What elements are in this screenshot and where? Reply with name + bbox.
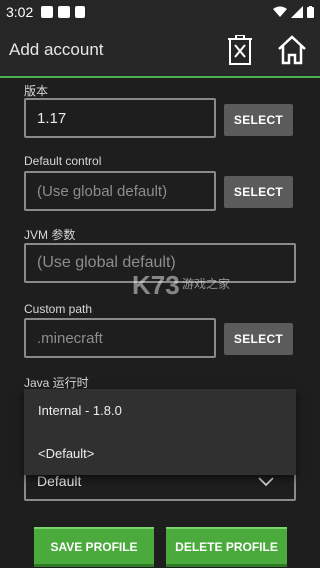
svg-text:K73: K73 (132, 270, 180, 300)
version-label: 版本 (24, 84, 49, 98)
delete-profile-button[interactable]: DELETE PROFILE (166, 527, 287, 567)
system-icons (273, 6, 314, 18)
default-control-field[interactable]: (Use global default) (24, 171, 216, 211)
version-field[interactable]: 1.17 (24, 98, 216, 138)
jvm-label: JVM 参数 (24, 228, 76, 242)
signal-icon (291, 6, 303, 18)
version-select-button[interactable]: SELECT (224, 104, 293, 136)
custom-path-label: Custom path (24, 302, 93, 316)
status-bar: 3:02 (0, 0, 320, 24)
notification-icon (75, 6, 86, 18)
watermark-logo: K73 游戏之家 (132, 270, 232, 300)
svg-text:游戏之家: 游戏之家 (182, 276, 230, 291)
home-icon[interactable] (276, 34, 308, 66)
app-bar: Add account (0, 24, 320, 78)
save-profile-button[interactable]: SAVE PROFILE (34, 527, 154, 567)
notification-icon (58, 6, 71, 18)
custom-path-field[interactable]: .minecraft (24, 318, 216, 358)
java-runtime-dropdown: Internal - 1.8.0 <Default> (24, 389, 296, 475)
custom-path-select-button[interactable]: SELECT (224, 323, 293, 355)
default-control-select-button[interactable]: SELECT (224, 176, 293, 208)
wifi-icon (273, 6, 287, 17)
delete-icon[interactable] (224, 34, 256, 66)
notification-icon (41, 6, 54, 18)
chevron-down-icon (258, 477, 274, 487)
status-time: 3:02 (6, 4, 34, 20)
dropdown-option-default[interactable]: <Default> (38, 446, 94, 461)
dropdown-option-internal[interactable]: Internal - 1.8.0 (38, 403, 122, 418)
page-title: Add account (9, 40, 104, 59)
battery-icon (307, 6, 314, 18)
java-runtime-value: Default (37, 473, 82, 489)
notification-icons (41, 6, 86, 18)
default-control-label: Default control (24, 154, 102, 168)
